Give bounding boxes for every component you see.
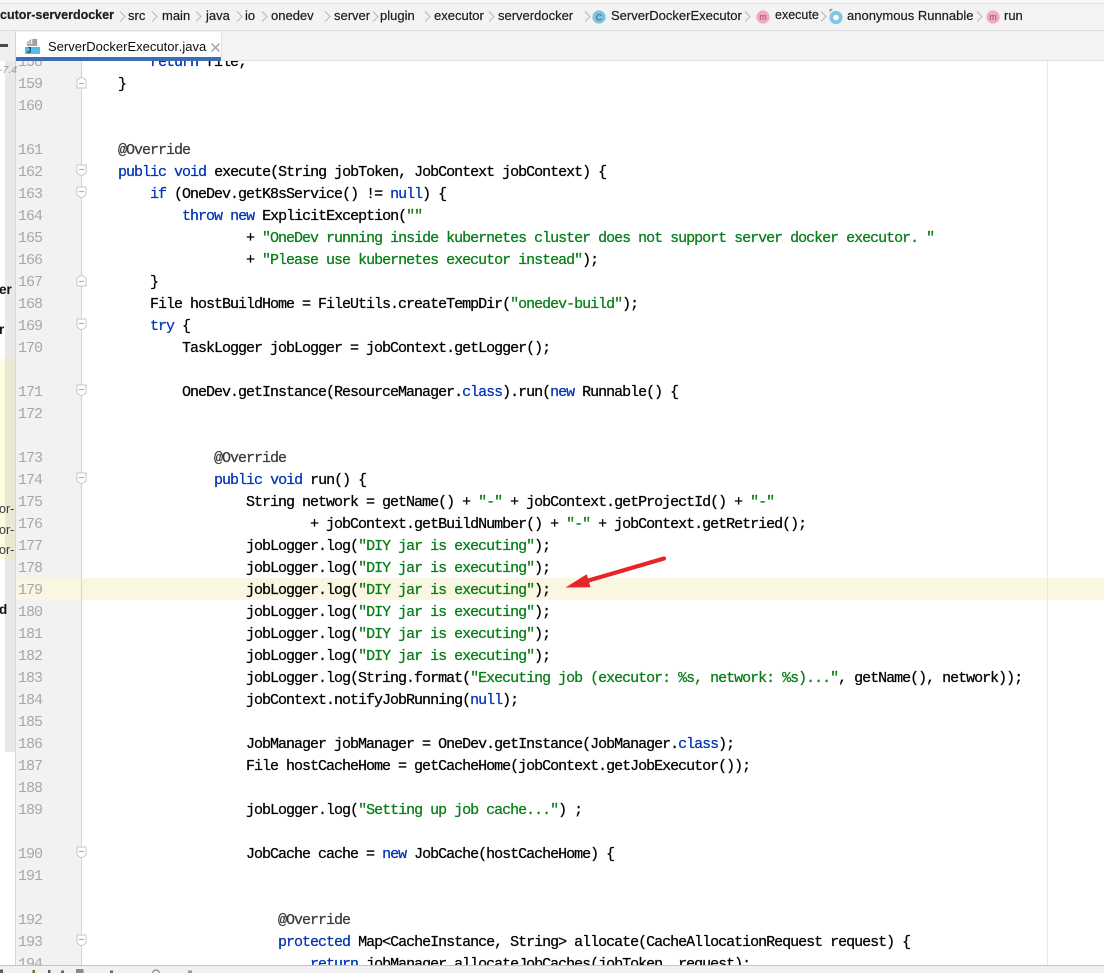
svg-text:m: m (759, 12, 767, 22)
svg-text:C: C (596, 12, 603, 22)
svg-text:J: J (26, 46, 31, 55)
svg-text:m: m (989, 12, 997, 22)
